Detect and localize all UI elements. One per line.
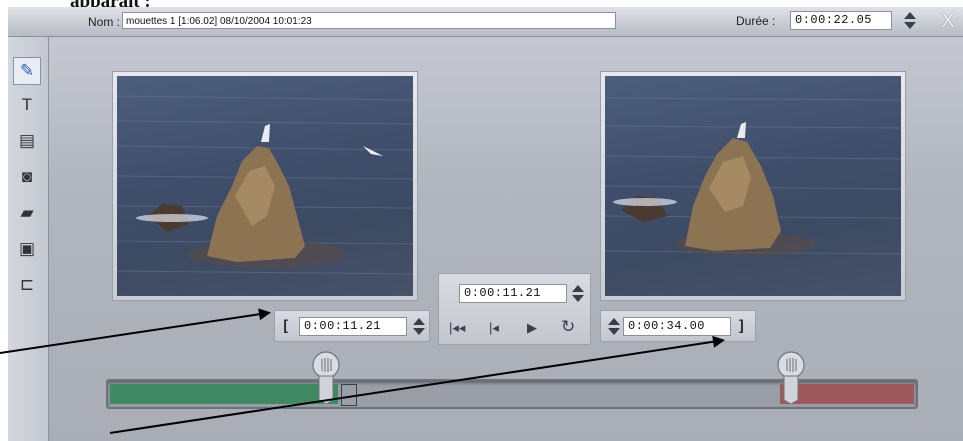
spin-up-icon[interactable] (572, 285, 584, 292)
out-bracket-button[interactable]: ] (737, 317, 746, 335)
out-point-spinner[interactable] (607, 317, 621, 337)
in-trim-handle[interactable] (311, 350, 341, 404)
page-margin (0, 0, 8, 441)
duration-field[interactable]: 0:00:22.05 (790, 11, 892, 30)
spin-up-icon[interactable] (904, 12, 916, 19)
camera-icon: ◙ (21, 167, 33, 186)
camera-tool[interactable]: ◙ (13, 163, 41, 191)
clip-name-field[interactable]: mouettes 1 [1:06.02] 08/10/2004 10:01:23 (122, 12, 616, 29)
play-button[interactable]: ▶ (527, 320, 537, 336)
out-point-frame-image (605, 76, 901, 296)
out-point-preview (600, 71, 906, 301)
duration-label: Durée : (736, 14, 776, 28)
duration-spinner[interactable] (903, 11, 917, 31)
name-label: Nom : (88, 15, 121, 29)
transport-panel: 0:00:11.21 |◂◂ |◂ ▶ ↻ (438, 273, 591, 345)
clapper-tool[interactable]: ▰ (13, 199, 41, 227)
in-point-controls: [ 0:00:11.21 (274, 310, 430, 342)
title-icon: T (21, 95, 33, 114)
menu-icon: ▤ (18, 131, 36, 150)
spin-down-icon[interactable] (413, 328, 425, 335)
wand-edit-tool[interactable]: ✎ (13, 57, 41, 85)
close-button[interactable]: X (936, 9, 960, 33)
in-point-spinner[interactable] (412, 317, 426, 337)
in-point-preview (112, 71, 418, 301)
clapper-icon: ▰ (20, 203, 34, 222)
plug-icon: ⊏ (19, 275, 35, 294)
in-bracket-button[interactable]: [ (281, 317, 290, 335)
menu-tool[interactable]: ▤ (13, 127, 41, 155)
out-point-controls: 0:00:34.00 ] (600, 310, 756, 342)
out-point-timecode[interactable]: 0:00:34.00 (623, 317, 731, 336)
frame-tool[interactable]: ▣ (13, 235, 41, 263)
in-point-frame-image (117, 76, 413, 296)
current-spinner[interactable] (571, 284, 585, 304)
title-bar: Nom : mouettes 1 [1:06.02] 08/10/2004 10… (8, 7, 963, 37)
plug-tool[interactable]: ⊏ (13, 271, 41, 299)
in-point-timecode[interactable]: 0:00:11.21 (299, 317, 407, 336)
go-to-start-button[interactable]: |◂◂ (449, 320, 465, 336)
step-back-button[interactable]: |◂ (489, 320, 499, 336)
frame-icon: ▣ (18, 239, 36, 258)
wand-edit-icon: ✎ (19, 61, 35, 80)
tool-sidebar: ✎ T ▤ ◙ ▰ ▣ ⊏ (8, 37, 49, 441)
out-trim-handle[interactable] (776, 350, 806, 404)
spin-up-icon[interactable] (608, 318, 620, 325)
loop-button[interactable]: ↻ (561, 317, 575, 337)
spin-down-icon[interactable] (904, 22, 916, 29)
spin-down-icon[interactable] (572, 295, 584, 302)
title-tool[interactable]: T (13, 91, 41, 119)
spin-down-icon[interactable] (608, 328, 620, 335)
current-timecode[interactable]: 0:00:11.21 (459, 284, 567, 303)
kept-range-bar (110, 384, 338, 404)
spin-up-icon[interactable] (413, 318, 425, 325)
